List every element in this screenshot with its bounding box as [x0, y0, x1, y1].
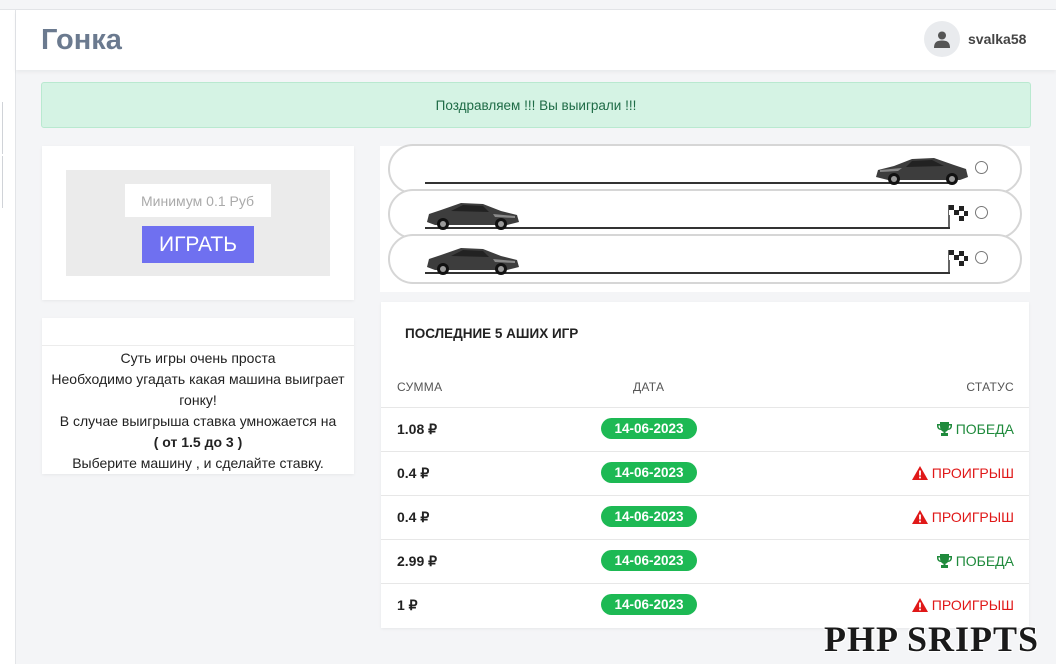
row-date-badge: 14-06-2023 — [601, 506, 697, 527]
warning-icon — [911, 598, 928, 612]
column-header-sum: СУММА — [397, 380, 443, 394]
trophy-icon — [936, 554, 952, 568]
column-header-status: СТАТУС — [966, 380, 1014, 394]
row-status: ПРОИГРЫШ — [911, 465, 1014, 481]
row-date-badge: 14-06-2023 — [601, 418, 697, 439]
bet-card: ИГРАТЬ — [42, 146, 354, 300]
row-status: ПОБЕДА — [936, 421, 1014, 437]
row-status-label: ПРОИГРЫШ — [931, 509, 1014, 525]
alert-message: Поздравляем !!! Вы выиграли !!! — [435, 97, 637, 113]
race-tracks — [380, 144, 1030, 292]
bet-amount-input[interactable] — [125, 184, 271, 217]
success-alert: Поздравляем !!! Вы выиграли !!! — [41, 82, 1031, 128]
user-icon — [934, 31, 950, 48]
top-header: Гонка svalka58 — [16, 10, 1056, 70]
track-3-radio[interactable] — [975, 251, 988, 264]
row-date-badge: 14-06-2023 — [601, 462, 697, 483]
user-avatar[interactable] — [924, 21, 960, 57]
track-1-radio[interactable] — [975, 161, 988, 174]
row-sum: 0.4 ₽ — [397, 509, 430, 525]
row-date-badge: 14-06-2023 — [601, 550, 697, 571]
rules-line: Суть игры очень проста — [120, 350, 276, 366]
username[interactable]: svalka58 — [968, 31, 1026, 47]
warning-icon — [911, 466, 928, 480]
table-row: 2.99 ₽ 14-06-2023 ПОБЕДА — [381, 539, 1029, 583]
race-car-icon — [427, 203, 519, 230]
rules-text: Суть игры очень проста Необходимо угадат… — [42, 348, 354, 474]
table-row: 0.4 ₽ 14-06-2023 ПРОИГРЫШ — [381, 451, 1029, 495]
row-sum: 1 ₽ — [397, 597, 418, 613]
race-track-1[interactable] — [388, 144, 1022, 194]
row-sum: 2.99 ₽ — [397, 553, 438, 569]
play-button[interactable]: ИГРАТЬ — [142, 226, 254, 263]
row-status: ПРОИГРЫШ — [911, 597, 1014, 613]
divider — [42, 345, 354, 346]
row-date-badge: 14-06-2023 — [601, 594, 697, 615]
left-sidebar-edge — [0, 10, 16, 664]
top-border — [0, 0, 1056, 10]
column-header-date: ДАТА — [633, 380, 665, 394]
track-2-radio[interactable] — [975, 206, 988, 219]
warning-icon — [911, 510, 928, 524]
table-row: 0.4 ₽ 14-06-2023 ПРОИГРЫШ — [381, 495, 1029, 539]
row-status-label: ПОБЕДА — [955, 553, 1014, 569]
page-title: Гонка — [41, 24, 122, 56]
bet-form: ИГРАТЬ — [66, 170, 330, 276]
recent-games-title: ПОСЛЕДНИЕ 5 АШИХ ИГР — [405, 326, 579, 341]
rules-line: Выберите машину , и сделайте ставку. — [72, 455, 324, 471]
watermark-text: PHP SRIPTS — [824, 619, 1040, 659]
race-track-3[interactable] — [388, 234, 1022, 284]
race-car-icon — [427, 248, 519, 275]
sidebar-segment — [0, 156, 3, 208]
rules-line: Необходимо угадать какая машина выиграет… — [51, 371, 345, 408]
checkered-flag-icon — [948, 205, 968, 227]
race-car-icon — [876, 158, 968, 185]
row-status: ПРОИГРЫШ — [911, 509, 1014, 525]
checkered-flag-icon — [948, 250, 968, 272]
row-status-label: ПРОИГРЫШ — [931, 465, 1014, 481]
table-row: 1.08 ₽ 14-06-2023 ПОБЕДА — [381, 407, 1029, 451]
trophy-icon — [936, 422, 952, 436]
sidebar-segment — [0, 102, 3, 154]
rules-multiplier: ( от 1.5 до 3 ) — [153, 434, 243, 450]
row-status-label: ПРОИГРЫШ — [931, 597, 1014, 613]
race-track-2[interactable] — [388, 189, 1022, 239]
row-status-label: ПОБЕДА — [955, 421, 1014, 437]
recent-games-card: ПОСЛЕДНИЕ 5 АШИХ ИГР СУММА ДАТА СТАТУС 1… — [381, 302, 1029, 628]
row-sum: 1.08 ₽ — [397, 421, 438, 437]
row-status: ПОБЕДА — [936, 553, 1014, 569]
rules-line: В случае выигрыша ставка умножается на — [59, 413, 337, 429]
row-sum: 0.4 ₽ — [397, 465, 430, 481]
rules-card: Суть игры очень проста Необходимо угадат… — [42, 318, 354, 474]
